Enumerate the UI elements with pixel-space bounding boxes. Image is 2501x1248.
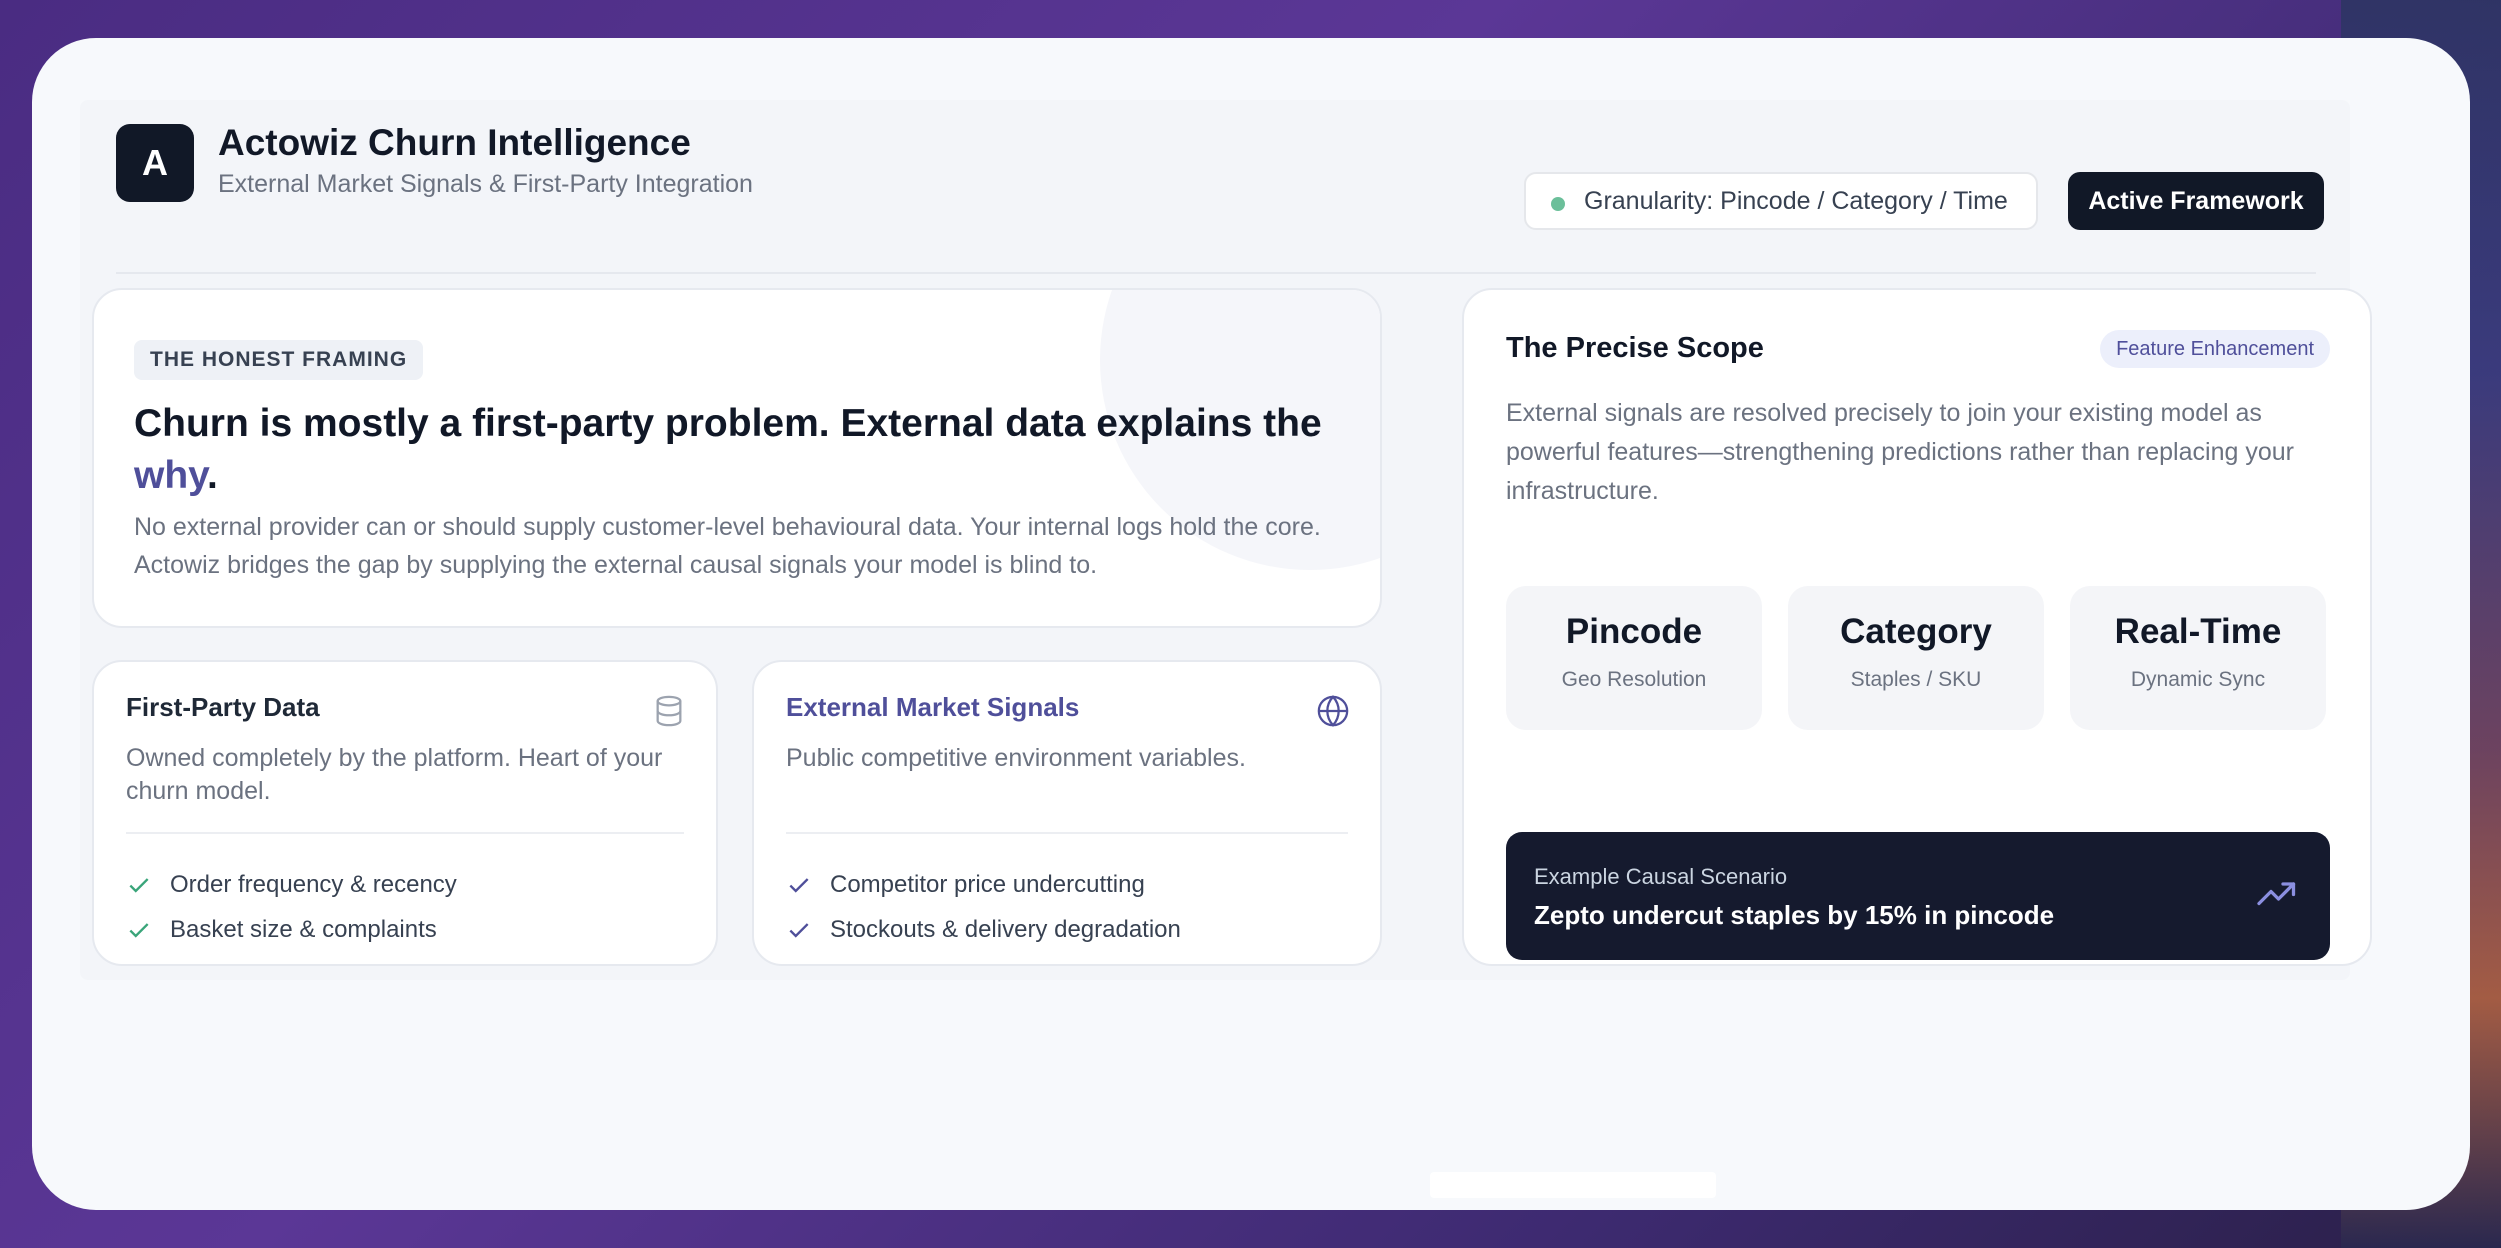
list-item: Order frequency & recency bbox=[126, 862, 457, 907]
list-item: Competitor price undercutting bbox=[786, 862, 1181, 907]
first-party-title: First-Party Data bbox=[126, 692, 320, 722]
status-dot-icon bbox=[1551, 197, 1565, 211]
list-item-label: Stockouts & delivery degradation bbox=[830, 915, 1181, 943]
metric-value: Real-Time bbox=[2114, 612, 2282, 651]
scope-body: External signals are resolved precisely … bbox=[1506, 399, 2294, 505]
app-logo: A bbox=[116, 124, 194, 202]
globe-icon bbox=[1317, 695, 1349, 727]
causal-scenario-banner: Example Causal Scenario Zepto undercut s… bbox=[1506, 832, 2330, 960]
trending-up-icon bbox=[2257, 882, 2296, 906]
first-party-card: First-Party Data Owned completely by the… bbox=[92, 660, 718, 966]
market-signals-description: Public competitive environment variables… bbox=[786, 744, 1246, 772]
metric-label: Geo Resolution bbox=[1561, 668, 1707, 691]
list-item-label: Basket size & complaints bbox=[170, 915, 437, 943]
headline-accent: why bbox=[134, 454, 207, 497]
scenario-text: Zepto undercut staples by 15% in pincode bbox=[1534, 900, 2055, 930]
scenario-label: Example Causal Scenario bbox=[1534, 864, 1788, 889]
active-framework-button[interactable]: Active Framework bbox=[2068, 172, 2324, 230]
bottom-highlight bbox=[1430, 1172, 1716, 1198]
metric-tile-category: Category Staples / SKU bbox=[1788, 586, 2044, 730]
scope-card: The Precise Scope Feature Enhancement Ex… bbox=[1462, 288, 2372, 966]
headline-end: . bbox=[206, 454, 218, 497]
check-icon bbox=[129, 922, 149, 938]
list-item: Stockouts & delivery degradation bbox=[786, 907, 1181, 952]
divider bbox=[126, 832, 684, 834]
granularity-label: Granularity: Pincode / Category / Time bbox=[1584, 186, 2008, 215]
scope-title: The Precise Scope bbox=[1506, 332, 1764, 364]
check-icon bbox=[129, 877, 149, 893]
market-signals-card: External Market Signals Public competiti… bbox=[752, 660, 1382, 966]
metric-value: Pincode bbox=[1565, 612, 1703, 651]
first-party-description: Owned completely by the platform. Heart … bbox=[126, 744, 663, 805]
check-icon bbox=[789, 922, 809, 938]
framing-card: THE HONEST FRAMING Churn is mostly a fir… bbox=[92, 288, 1382, 628]
list-item-label: Competitor price undercutting bbox=[830, 870, 1145, 898]
granularity-chip[interactable]: Granularity: Pincode / Category / Time bbox=[1524, 172, 2038, 230]
list-item-label: Order frequency & recency bbox=[170, 870, 457, 898]
market-signals-list: Competitor price undercutting Stockouts … bbox=[786, 862, 1181, 952]
headline-main: Churn is mostly a first-party problem. E… bbox=[134, 402, 1322, 445]
check-icon bbox=[789, 877, 809, 893]
framing-pill: THE HONEST FRAMING bbox=[134, 340, 424, 380]
metric-label: Staples / SKU bbox=[1850, 668, 1982, 691]
feature-enhancement-badge: Feature Enhancement bbox=[2100, 330, 2330, 368]
app-title: Actowiz Churn Intelligence bbox=[218, 122, 691, 163]
first-party-list: Order frequency & recency Basket size & … bbox=[126, 862, 457, 952]
market-signals-title: External Market Signals bbox=[786, 692, 1080, 722]
divider bbox=[786, 832, 1348, 834]
framing-body: No external provider can or should suppl… bbox=[134, 513, 1321, 579]
framing-headline: Churn is mostly a first-party problem. E… bbox=[134, 398, 1334, 502]
list-item: Basket size & complaints bbox=[126, 907, 457, 952]
metric-value: Category bbox=[1840, 612, 1992, 651]
metric-label: Dynamic Sync bbox=[2130, 668, 2266, 691]
metric-tile-pincode: Pincode Geo Resolution bbox=[1506, 586, 1762, 730]
metric-tile-realtime: Real-Time Dynamic Sync bbox=[2070, 586, 2326, 730]
app-header: A Actowiz Churn Intelligence External Ma… bbox=[116, 100, 2324, 274]
app-subtitle: External Market Signals & First-Party In… bbox=[218, 170, 753, 198]
database-icon bbox=[656, 695, 682, 727]
